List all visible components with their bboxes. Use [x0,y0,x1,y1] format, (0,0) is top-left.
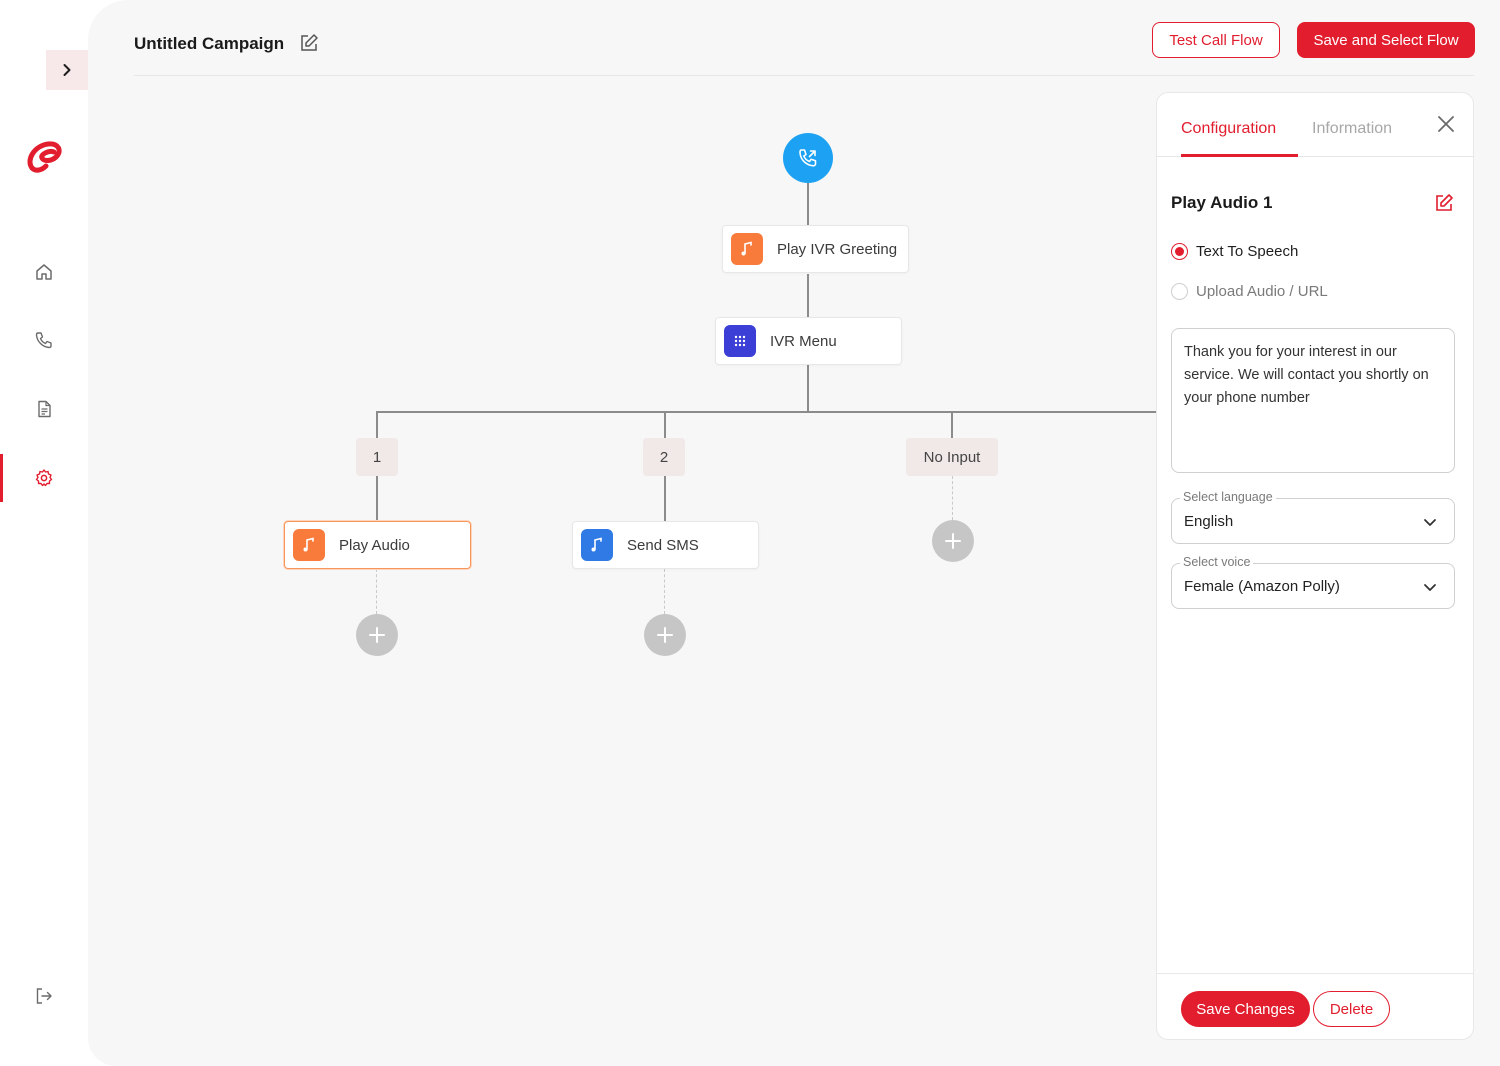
flow-node-play-ivr-greeting[interactable]: Play IVR Greeting [722,225,909,273]
main-area: Untitled Campaign Test Call Flow Save an… [88,0,1500,1066]
radio-label: Upload Audio / URL [1196,283,1328,300]
sidebar [0,0,88,1066]
document-icon [38,400,51,418]
edit-title-button[interactable] [298,32,320,54]
airtel-logo [24,138,64,178]
connector [376,411,378,438]
home-icon [36,264,52,280]
radio-text-to-speech[interactable]: Text To Speech [1171,243,1298,260]
language-select-value: English [1184,513,1234,530]
node-label: IVR Menu [770,332,837,350]
connector [664,411,666,438]
dashed-connector [952,476,953,520]
test-call-flow-button[interactable]: Test Call Flow [1152,22,1280,58]
connector [807,274,809,317]
logout-button[interactable] [0,972,88,1020]
node-label: Play IVR Greeting [777,240,898,258]
music-note-icon [731,233,763,265]
dashed-connector [376,569,377,614]
radio-label: Text To Speech [1196,243,1299,260]
save-and-select-flow-button[interactable]: Save and Select Flow [1297,22,1475,58]
branch-connector [376,411,1156,413]
configuration-panel: Configuration Information Play Audio 1 T… [1156,92,1474,1040]
add-node-button[interactable] [932,520,974,562]
tab-information[interactable]: Information [1312,120,1392,138]
radio-button[interactable] [1171,283,1188,300]
node-label: Send SMS [627,536,699,554]
branch-label-1: 1 [356,438,398,476]
phone-icon [35,332,52,349]
branch-label-2: 2 [643,438,685,476]
voice-select-value: Female (Amazon Polly) [1184,578,1340,595]
music-note-icon [581,529,613,561]
nav-home[interactable] [0,248,88,296]
voice-select-label: Select voice [1180,555,1254,569]
radio-button[interactable] [1171,243,1188,260]
save-changes-button[interactable]: Save Changes [1181,991,1310,1027]
chevron-down-icon [1424,584,1436,591]
close-icon [1438,116,1454,132]
plus-icon [945,533,961,549]
flow-node-play-audio[interactable]: Play Audio [284,521,471,569]
edit-icon [1436,194,1453,211]
active-tab-indicator [1181,154,1298,157]
connector [664,476,666,521]
top-bar: Untitled Campaign Test Call Flow Save an… [134,0,1475,76]
settings-icon [35,469,53,487]
plus-icon [369,627,385,643]
chevron-down-icon [1424,519,1436,526]
panel-tabs: Configuration Information [1157,93,1473,157]
edit-node-name-button[interactable] [1433,192,1455,214]
nav-reports[interactable] [0,385,88,433]
connector [807,181,809,226]
language-select[interactable]: Select language English [1171,490,1455,544]
panel-footer-divider [1157,973,1473,974]
start-call-node[interactable] [783,133,833,183]
chevron-right-icon [63,64,71,76]
add-node-button[interactable] [356,614,398,656]
flow-canvas[interactable]: Play IVR Greeting IVR Menu 1 2 No Input … [88,77,1156,1066]
keypad-icon [724,325,756,357]
incoming-call-icon [799,149,817,167]
node-label: Play Audio [339,536,410,554]
speech-text-input[interactable]: Thank you for your interest in our servi… [1171,328,1455,473]
expand-sidebar-button[interactable] [46,50,88,90]
connector [951,411,953,438]
flow-node-send-sms[interactable]: Send SMS [572,521,759,569]
delete-button[interactable]: Delete [1313,991,1390,1027]
close-panel-button[interactable] [1435,113,1457,135]
language-select-label: Select language [1180,490,1276,504]
connector [807,365,809,412]
edit-icon [301,34,318,51]
tab-configuration[interactable]: Configuration [1181,120,1276,138]
flow-node-ivr-menu[interactable]: IVR Menu [715,317,902,365]
voice-select[interactable]: Select voice Female (Amazon Polly) [1171,555,1455,609]
plus-icon [657,627,673,643]
nav-calls[interactable] [0,316,88,364]
add-node-button[interactable] [644,614,686,656]
dashed-connector [664,569,665,614]
nav-settings[interactable] [0,454,88,502]
logout-icon [36,988,52,1004]
branch-label-no-input: No Input [906,438,998,476]
campaign-title: Untitled Campaign [134,34,285,53]
radio-upload-audio[interactable]: Upload Audio / URL [1171,283,1328,300]
connector [376,476,378,521]
music-note-icon [293,529,325,561]
node-config-title: Play Audio 1 [1171,193,1273,212]
